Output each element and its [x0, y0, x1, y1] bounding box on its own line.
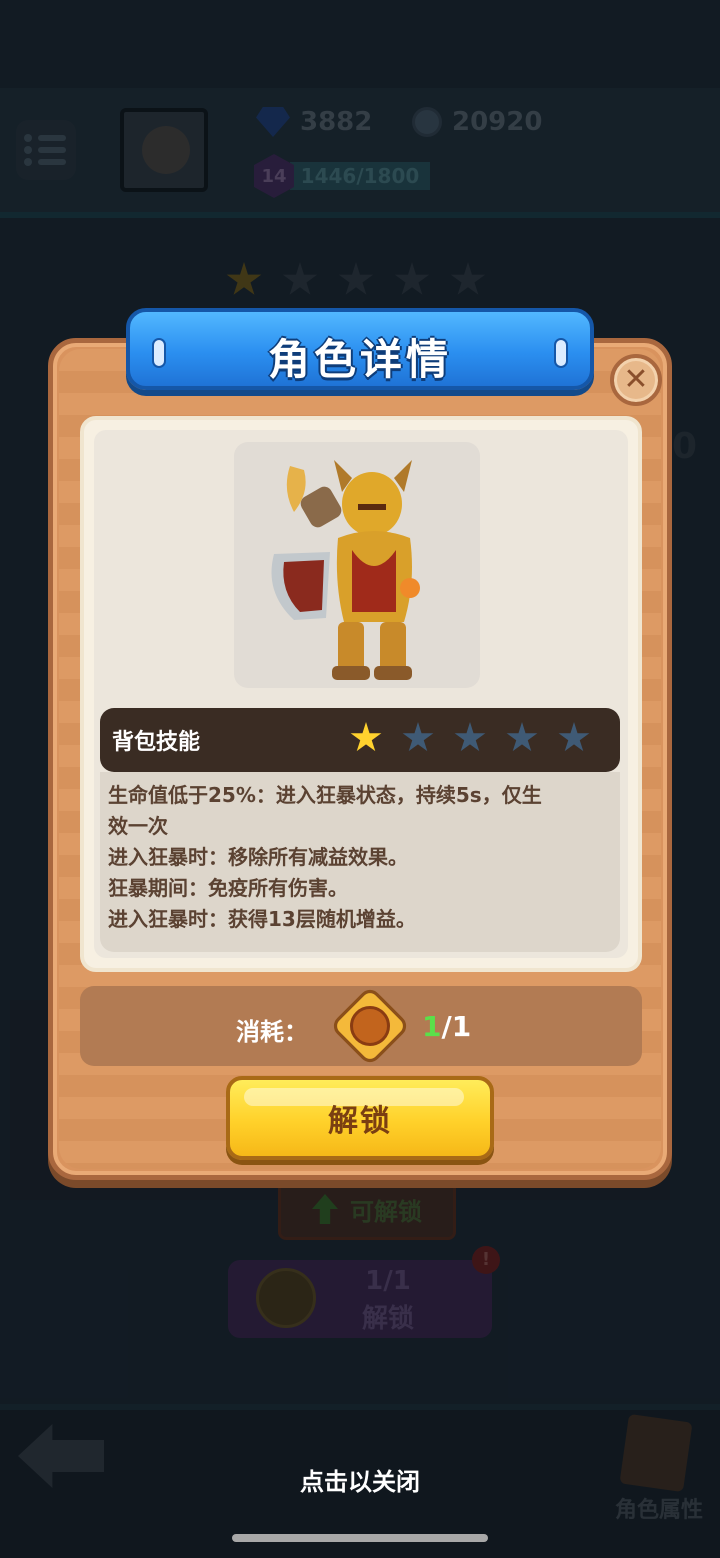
skill-line: 效一次	[108, 814, 168, 838]
skill-line: 进入狂暴时：获得13层随机增益。	[108, 907, 416, 931]
star-icon	[350, 722, 382, 752]
skill-description: 生命值低于25%：进入狂暴状态，持续5s，仅生 效一次 进入狂暴时：移除所有减益…	[100, 772, 620, 952]
skill-line: 生命值低于25%：进入狂暴状态，持续5s，仅生	[108, 783, 542, 807]
skill-line: 狂暴期间：免疫所有伤害。	[108, 876, 348, 900]
dialog-title-banner: 角色详情	[126, 308, 594, 390]
dialog-title: 角色详情	[267, 335, 452, 384]
unlock-button-label: 解锁	[328, 1104, 392, 1139]
tap-to-close-hint[interactable]: 点击以关闭	[0, 1462, 720, 1497]
skill-line: 进入狂暴时：移除所有减益效果。	[108, 845, 408, 869]
home-indicator[interactable]	[232, 1534, 488, 1542]
skill-title: 背包技能	[112, 730, 201, 755]
star-icon	[402, 722, 434, 752]
hero-image	[234, 442, 480, 688]
cost-required: /1	[441, 1010, 472, 1043]
skill-header: 背包技能	[100, 708, 620, 772]
cost-label: 消耗：	[236, 1018, 308, 1046]
cost-owned: 1	[422, 1010, 442, 1043]
star-icon	[454, 722, 486, 752]
close-button[interactable]: ✕	[610, 354, 662, 406]
unlock-button[interactable]: 解锁	[226, 1076, 494, 1160]
star-icon	[558, 722, 590, 752]
cost-count: 1/1	[422, 1010, 471, 1043]
close-icon: ✕	[623, 362, 649, 397]
hero-portrait	[234, 442, 480, 688]
skill-star-rating	[350, 722, 590, 754]
star-icon	[506, 722, 538, 752]
